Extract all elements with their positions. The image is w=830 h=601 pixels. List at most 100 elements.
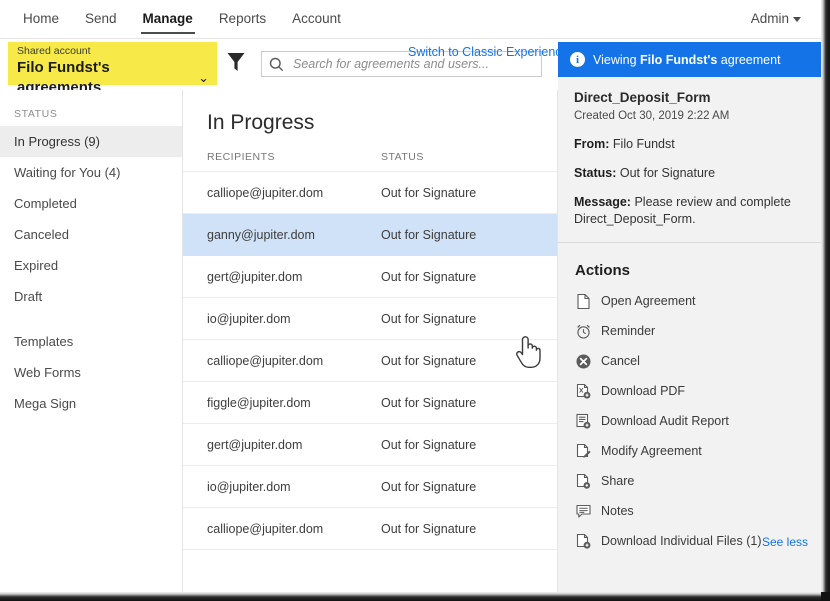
agreement-details: Direct_Deposit_Form Created Oct 30, 2019… (558, 77, 821, 243)
sidebar-item-mega-sign[interactable]: Mega Sign (0, 388, 182, 419)
detail-status: Status: Out for Signature (574, 165, 807, 182)
action-label: Open Agreement (601, 294, 696, 308)
edit-document-icon (576, 443, 591, 458)
table-row[interactable]: figgle@jupiter.dom Out for Signature (183, 382, 557, 424)
file-download-icon (576, 533, 591, 549)
cancel-circle-icon (576, 354, 591, 368)
window-frame-corner (821, 592, 830, 601)
detail-from-label: From: (574, 137, 610, 151)
action-label: Cancel (601, 354, 640, 368)
cell-status: Out for Signature (381, 479, 477, 494)
cell-status: Out for Signature (381, 269, 477, 284)
table-row[interactable]: io@jupiter.dom Out for Signature (183, 298, 557, 340)
admin-menu[interactable]: Admin (751, 0, 801, 38)
agreements-table: RECIPIENTS STATUS calliope@jupiter.dom O… (183, 151, 557, 550)
viewing-banner-text: Viewing Filo Fundst's agreement (593, 53, 781, 67)
detail-from-value: Filo Fundst (612, 137, 675, 151)
detail-from: From: Filo Fundst (574, 136, 807, 153)
cell-recipient: calliope@jupiter.dom (207, 521, 324, 536)
top-navigation-bar: Home Send Manage Reports Account Admin (0, 0, 821, 39)
table-row[interactable]: calliope@jupiter.dom Out for Signature (183, 508, 557, 550)
detail-status-value: Out for Signature (619, 166, 716, 180)
action-label: Download Audit Report (601, 414, 729, 428)
cell-recipient: ganny@jupiter.dom (207, 227, 315, 242)
switch-to-classic-link[interactable]: Switch to Classic Experience (408, 45, 568, 59)
share-document-icon (576, 473, 591, 489)
see-less-link[interactable]: See less (762, 535, 808, 549)
document-title: Direct_Deposit_Form (574, 90, 711, 105)
action-share[interactable]: Share (575, 466, 753, 496)
search-icon (269, 57, 284, 71)
page: Home Send Manage Reports Account Admin S… (0, 0, 821, 592)
action-download-pdf[interactable]: Download PDF (575, 376, 753, 406)
cell-status: Out for Signature (381, 395, 477, 410)
table-header: RECIPIENTS STATUS (183, 151, 557, 172)
action-download-audit-report[interactable]: Download Audit Report (575, 406, 753, 436)
clock-icon (577, 324, 590, 339)
page-title: In Progress (207, 111, 315, 134)
sidebar-item-completed[interactable]: Completed (0, 188, 182, 219)
notes-icon (576, 504, 591, 518)
sidebar-item-waiting-for-you[interactable]: Waiting for You (4) (0, 157, 182, 188)
sidebar: STATUS In Progress (9) Waiting for You (… (0, 90, 183, 592)
shared-account-selector[interactable]: Shared account Filo Fundst's agreements … (8, 42, 217, 96)
action-reminder[interactable]: Reminder (575, 316, 753, 346)
filter-icon[interactable] (227, 52, 245, 72)
table-row[interactable]: gert@jupiter.dom Out for Signature (183, 256, 557, 298)
banner-suffix: agreement (717, 52, 781, 67)
action-notes[interactable]: Notes (575, 496, 753, 526)
table-row[interactable]: io@jupiter.dom Out for Signature (183, 466, 557, 508)
banner-account-name: Filo Fundst's (640, 52, 718, 67)
action-modify-agreement[interactable]: Modify Agreement (575, 436, 753, 466)
detail-status-label: Status: (574, 166, 617, 180)
window-frame-right (821, 0, 830, 601)
actions-section: Actions Open Agreement Reminder Cancel D… (563, 252, 762, 564)
nav-item-send[interactable]: Send (72, 0, 130, 38)
cell-recipient: io@jupiter.dom (207, 311, 291, 326)
cell-status: Out for Signature (381, 311, 477, 326)
sidebar-divider (0, 312, 182, 326)
cell-recipient: gert@jupiter.dom (207, 437, 303, 452)
cell-status: Out for Signature (381, 227, 477, 242)
action-label: Modify Agreement (601, 444, 702, 458)
body-area: STATUS In Progress (9) Waiting for You (… (0, 42, 821, 592)
table-row[interactable]: calliope@jupiter.dom Out for Signature (183, 172, 557, 214)
actions-list: Actions Open Agreement Reminder Cancel D… (563, 252, 762, 564)
action-label: Download Individual Files (1) (601, 534, 762, 548)
cell-status: Out for Signature (381, 353, 477, 368)
table-row[interactable]: gert@jupiter.dom Out for Signature (183, 424, 557, 466)
window-frame-bottom (0, 592, 830, 601)
agreement-detail-panel: i Viewing Filo Fundst's agreement Direct… (558, 42, 821, 592)
cell-recipient: gert@jupiter.dom (207, 269, 303, 284)
table-row-selected[interactable]: ganny@jupiter.dom Out for Signature (183, 214, 557, 256)
banner-prefix: Viewing (593, 52, 641, 67)
agreement-list-panel: In Progress RECIPIENTS STATUS calliope@j… (183, 90, 558, 592)
cell-status: Out for Signature (381, 185, 477, 200)
sidebar-item-templates[interactable]: Templates (0, 326, 182, 357)
sidebar-item-expired[interactable]: Expired (0, 250, 182, 281)
nav-item-account[interactable]: Account (279, 0, 354, 38)
sidebar-item-in-progress[interactable]: In Progress (9) (0, 126, 182, 157)
top-nav-items: Home Send Manage Reports Account (0, 0, 821, 38)
document-icon (577, 293, 590, 309)
table-row[interactable]: calliope@jupiter.dom Out for Signature (183, 340, 557, 382)
cell-recipient: calliope@jupiter.dom (207, 353, 324, 368)
action-open-agreement[interactable]: Open Agreement (575, 286, 753, 316)
column-header-recipients: RECIPIENTS (207, 151, 276, 163)
nav-item-manage[interactable]: Manage (130, 0, 206, 38)
chevron-down-icon: ⌄ (198, 70, 209, 85)
cell-recipient: calliope@jupiter.dom (207, 185, 324, 200)
sidebar-item-draft[interactable]: Draft (0, 281, 182, 312)
cell-recipient: io@jupiter.dom (207, 479, 291, 494)
nav-item-home[interactable]: Home (10, 0, 72, 38)
nav-item-reports[interactable]: Reports (206, 0, 279, 38)
action-cancel[interactable]: Cancel (575, 346, 753, 376)
cell-status: Out for Signature (381, 437, 477, 452)
chevron-down-icon (793, 16, 801, 22)
sidebar-item-web-forms[interactable]: Web Forms (0, 357, 182, 388)
sidebar-item-canceled[interactable]: Canceled (0, 219, 182, 250)
action-download-individual-files[interactable]: Download Individual Files (1) (575, 526, 762, 556)
actions-heading: Actions (575, 262, 631, 279)
audit-report-icon (576, 413, 591, 429)
cell-recipient: figgle@jupiter.dom (207, 395, 311, 410)
